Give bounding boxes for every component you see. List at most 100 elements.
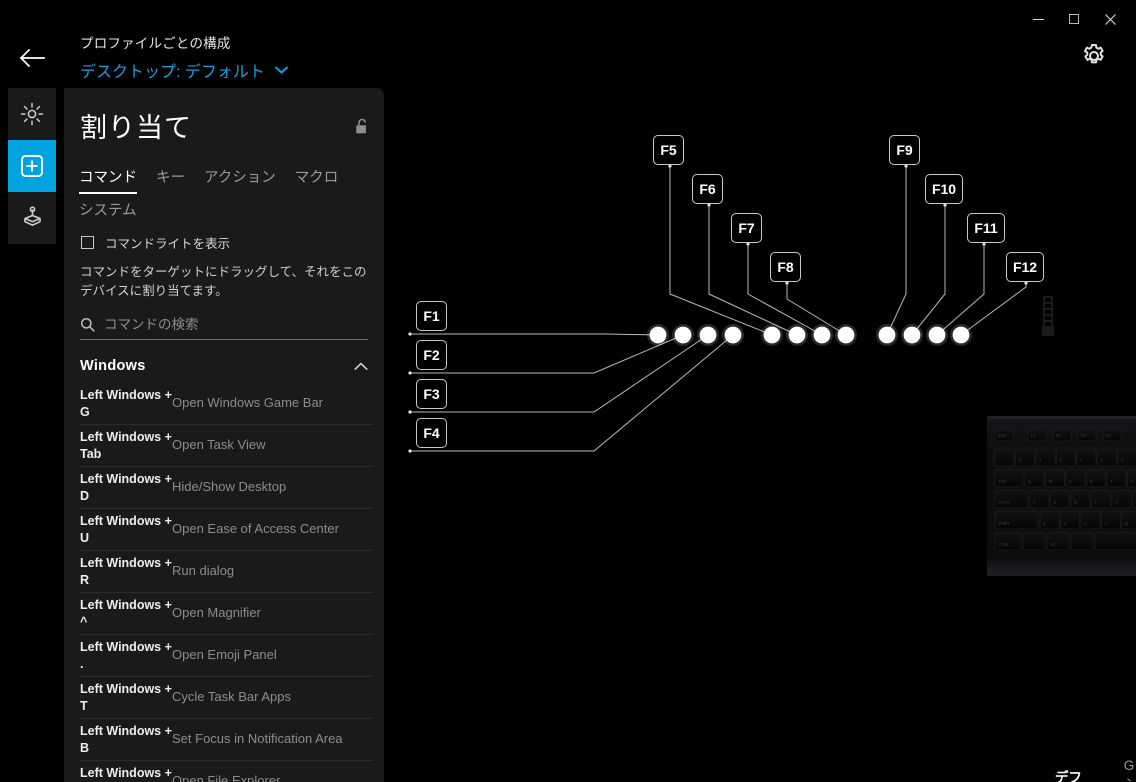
joystick-icon (23, 205, 41, 226)
callout-f3[interactable]: F3 (416, 379, 447, 409)
keyboard-image[interactable]: ESCF1F2F3F4F5F6F7F8F9F10F11F12PRTSCSCRLK… (987, 416, 1136, 580)
command-description: Open Ease of Access Center (172, 521, 339, 537)
search-input[interactable] (104, 317, 368, 332)
back-button[interactable] (16, 42, 48, 74)
command-row[interactable]: Left Windows + U Open Ease of Access Cent… (80, 509, 373, 551)
command-keys: Left Windows + . (80, 640, 172, 671)
command-row[interactable]: Left Windows + B Set Focus in Notificatio… (80, 719, 373, 761)
svg-text:X: X (1064, 521, 1067, 526)
command-row[interactable]: Left Windows + T Cycle Task Bar Apps (80, 677, 373, 719)
show-command-lights-checkbox[interactable]: コマンドライトを表示 (81, 233, 230, 252)
minimize-icon (1032, 18, 1044, 20)
chevron-down-icon (274, 66, 288, 74)
chevron-up-icon (354, 362, 368, 370)
app-window: プロファイルごとの構成 デスクトップ: デフォルト 割り当て コマンド キー ア… (0, 0, 1136, 782)
key-marker-f2[interactable] (674, 326, 692, 344)
minimize-button[interactable] (1020, 6, 1056, 32)
lighting-icon (20, 102, 44, 126)
tab-macros[interactable]: マクロ (295, 166, 339, 194)
callout-f6[interactable]: F6 (692, 174, 723, 204)
tab-actions[interactable]: アクション (204, 166, 276, 194)
callout-label: F9 (896, 142, 913, 158)
checkbox-label: コマンドライトを表示 (105, 237, 231, 251)
key-marker-f6[interactable] (788, 326, 806, 344)
tab-keys[interactable]: キー (156, 166, 185, 194)
command-row[interactable]: Left Windows + R Run dialog (80, 551, 373, 593)
svg-text:Y: Y (1131, 479, 1134, 484)
key-marker-f5[interactable] (763, 326, 781, 344)
svg-text:Z: Z (1043, 521, 1046, 526)
callout-f2[interactable]: F2 (416, 340, 447, 370)
callout-f10[interactable]: F10 (925, 174, 963, 204)
callout-f5[interactable]: F5 (653, 135, 684, 165)
callout-label: F2 (423, 347, 440, 363)
rail-item-assignments[interactable] (8, 140, 56, 192)
callout-f9[interactable]: F9 (889, 135, 920, 165)
command-row[interactable]: Left Windows + . Open Emoji Panel (80, 635, 373, 677)
command-keys: Left Windows + T (80, 682, 172, 713)
page-subtitle: プロファイルごとの構成 (80, 36, 231, 51)
command-row[interactable]: Left Windows + EOpen File Explorer (80, 761, 373, 782)
callout-f7[interactable]: F7 (731, 213, 762, 243)
tab-system[interactable]: システム (79, 199, 137, 225)
callout-f4[interactable]: F4 (416, 418, 447, 448)
keyboard-cable (1042, 295, 1054, 336)
rail-item-gamepad[interactable] (8, 192, 56, 244)
command-row[interactable]: Left Windows + G Open Windows Game Bar (80, 383, 373, 425)
assignments-panel: 割り当て コマンド キー アクション マクロ システム コマンドライトを表示 コ… (64, 88, 384, 782)
svg-text:CAPS: CAPS (998, 500, 1010, 505)
callout-f8[interactable]: F8 (770, 252, 801, 282)
svg-text:F2: F2 (1056, 433, 1062, 438)
svg-text:SHIFT: SHIFT (998, 521, 1011, 526)
arrow-left-icon (19, 49, 45, 67)
command-keys: Left Windows + U (80, 514, 172, 545)
key-marker-f11[interactable] (928, 326, 946, 344)
window-controls (1020, 6, 1128, 32)
key-marker-f7[interactable] (813, 326, 831, 344)
command-keys: Left Windows + B (80, 724, 172, 755)
profile-name: デスクトップ: デフォルト (80, 64, 265, 81)
command-keys: Left Windows + R (80, 556, 172, 587)
command-row[interactable]: Left Windows + Tab Open Task View (80, 425, 373, 467)
search-field[interactable] (80, 310, 368, 340)
callout-label: F4 (423, 425, 440, 441)
callout-label: F6 (699, 181, 716, 197)
settings-button[interactable] (1080, 42, 1108, 70)
group-header-windows[interactable]: Windows (80, 358, 368, 374)
close-button[interactable] (1092, 6, 1128, 32)
maximize-button[interactable] (1056, 6, 1092, 32)
gshift-default-label: デフォルト (1055, 769, 1082, 782)
lock-toggle-button[interactable] (354, 118, 370, 136)
key-marker-f10[interactable] (903, 326, 921, 344)
command-row[interactable]: Left Windows + ^ Open Magnifier (80, 593, 373, 635)
callout-label: F3 (423, 386, 440, 402)
svg-text:CTRL: CTRL (998, 542, 1010, 547)
command-list[interactable]: Left Windows + G Open Windows Game Bar Lef… (80, 383, 373, 782)
profile-selector[interactable]: デスクトップ: デフォルト (80, 58, 288, 82)
key-marker-f3[interactable] (699, 326, 717, 344)
assignment-tabs: コマンド キー アクション マクロ システム (79, 166, 369, 225)
tab-commands[interactable]: コマンド (79, 166, 137, 194)
command-row[interactable]: Left Windows + D Hide/Show Desktop (80, 467, 373, 509)
search-icon (80, 317, 95, 332)
svg-text:B: B (1125, 521, 1128, 526)
key-marker-f12[interactable] (952, 326, 970, 344)
key-marker-f1[interactable] (649, 326, 667, 344)
callout-f1[interactable]: F1 (416, 301, 447, 331)
key-marker-f8[interactable] (837, 326, 855, 344)
callout-label: F5 (660, 142, 677, 158)
svg-text:A: A (1033, 500, 1036, 505)
callout-label: F1 (423, 308, 440, 324)
svg-text:F4: F4 (1106, 433, 1112, 438)
rail-item-lighting[interactable] (8, 88, 56, 140)
callout-f11[interactable]: F11 (967, 213, 1005, 243)
callout-label: F8 (777, 259, 794, 275)
command-description: Open File Explorer (172, 773, 281, 782)
icon-rail (8, 88, 56, 244)
key-marker-f9[interactable] (878, 326, 896, 344)
checkbox-box (81, 236, 94, 249)
assignments-plus-icon (21, 155, 43, 177)
key-marker-f4[interactable] (724, 326, 742, 344)
command-description: Hide/Show Desktop (172, 479, 287, 495)
callout-f12[interactable]: F12 (1006, 252, 1044, 282)
